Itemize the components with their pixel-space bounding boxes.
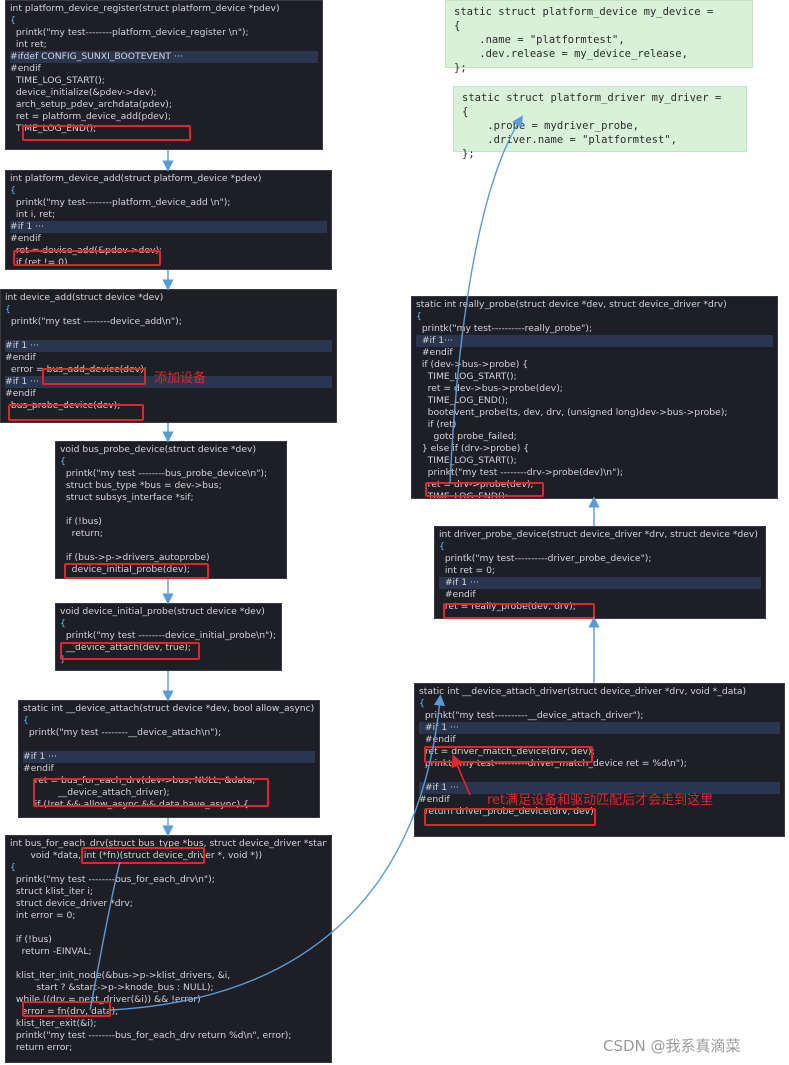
arrow-drv-probe-to-mydriver-probe xyxy=(449,115,523,484)
flow-arrows xyxy=(89,115,600,1011)
arrow-fn-param-to-fn-call xyxy=(89,861,121,1011)
arrow-fn-call-to-attach-driver xyxy=(109,694,446,1011)
annotation-pointer-arrow xyxy=(451,754,471,796)
